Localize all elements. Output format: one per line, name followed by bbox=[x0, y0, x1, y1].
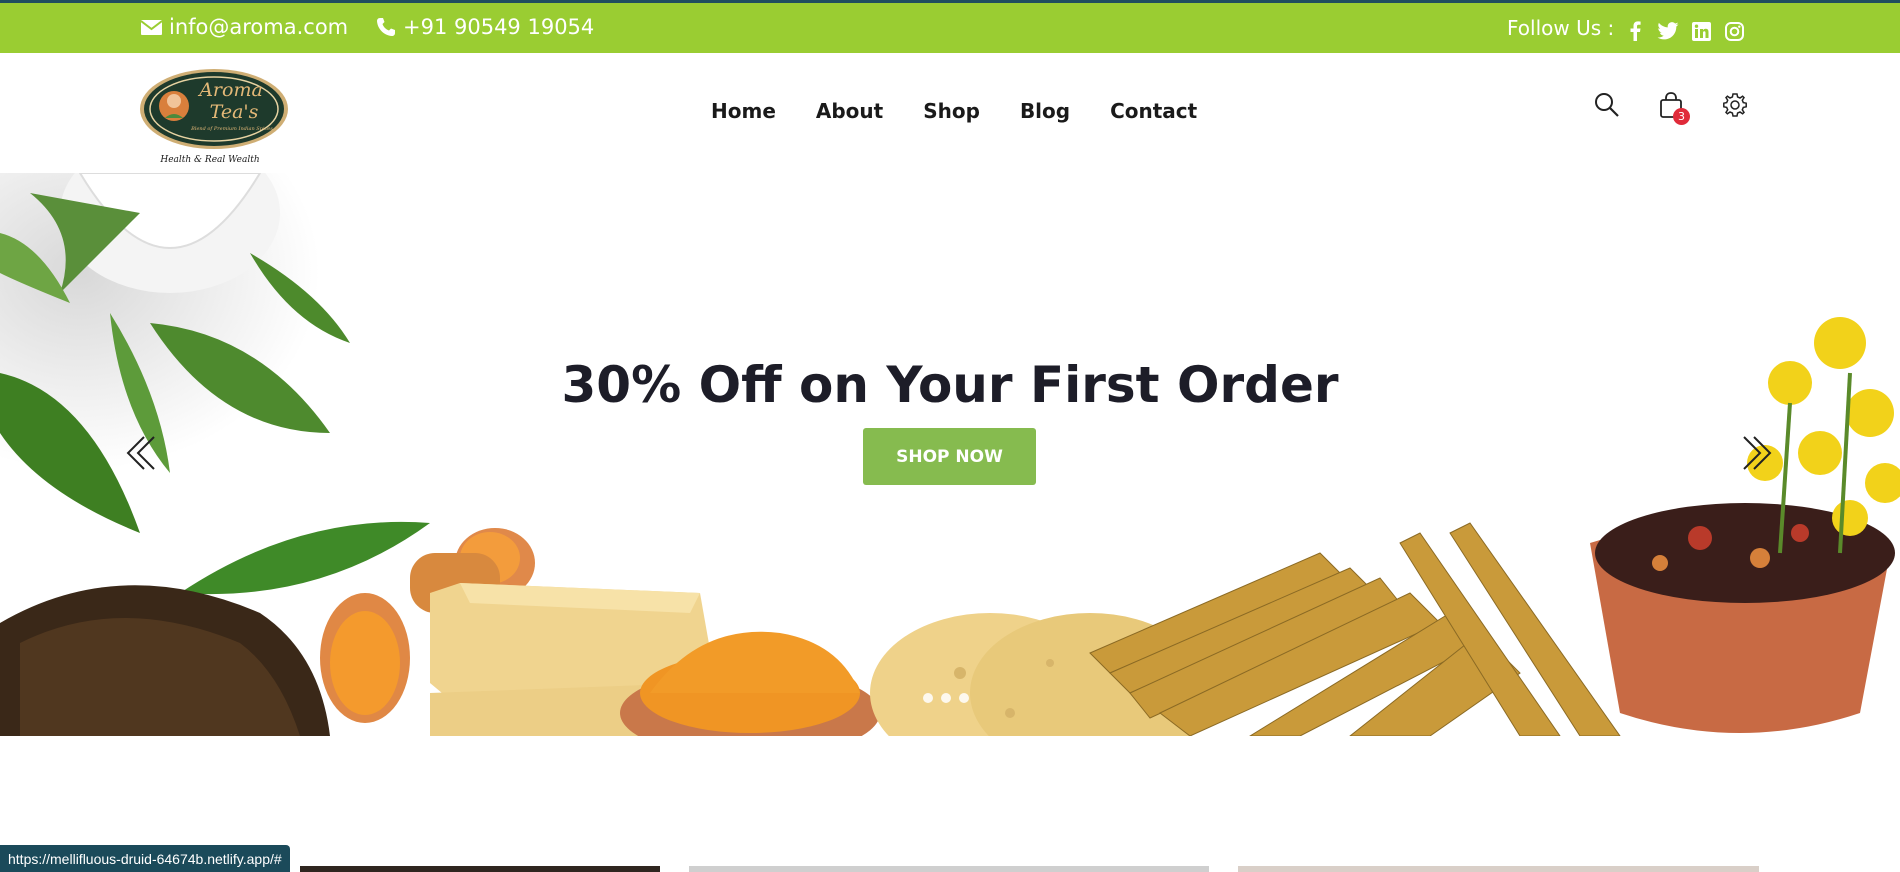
nav-contact[interactable]: Contact bbox=[1110, 99, 1197, 123]
top-contact-bar: info@aroma.com +91 90549 19054 Follow Us… bbox=[0, 0, 1900, 53]
svg-text:Health & Real Wealth: Health & Real Wealth bbox=[159, 155, 259, 165]
nav-shop[interactable]: Shop bbox=[923, 99, 980, 123]
linkedin-icon[interactable] bbox=[1690, 20, 1712, 42]
link-status-bar: https://mellifluous-druid-64674b.netlify… bbox=[0, 845, 290, 872]
email-contact[interactable]: info@aroma.com bbox=[141, 15, 348, 39]
slider-dot-2[interactable] bbox=[941, 693, 951, 703]
facebook-icon[interactable] bbox=[1624, 20, 1646, 42]
hero-title: 30% Off on Your First Order bbox=[561, 356, 1339, 414]
social-links bbox=[1624, 20, 1745, 42]
header-actions: 3 bbox=[1593, 91, 1749, 125]
category-card-2[interactable] bbox=[689, 866, 1209, 872]
svg-text:Blend of Premium Indian Spices: Blend of Premium Indian Spices bbox=[190, 126, 273, 132]
phone-text: +91 90549 19054 bbox=[403, 15, 595, 39]
main-header: Aroma Tea's Blend of Premium Indian Spic… bbox=[0, 53, 1900, 173]
slider-next-arrow-icon[interactable] bbox=[1738, 433, 1774, 473]
main-nav: Home About Shop Blog Contact bbox=[711, 99, 1197, 123]
slider-dot-1[interactable] bbox=[923, 693, 933, 703]
nav-home[interactable]: Home bbox=[711, 99, 776, 123]
email-text: info@aroma.com bbox=[169, 15, 349, 39]
instagram-icon[interactable] bbox=[1723, 20, 1745, 42]
category-card-3[interactable] bbox=[1238, 866, 1759, 872]
svg-text:Aroma: Aroma bbox=[197, 79, 263, 101]
category-card-1[interactable] bbox=[300, 866, 660, 872]
slider-dot-3[interactable] bbox=[959, 693, 969, 703]
phone-icon bbox=[376, 17, 396, 37]
shopping-bag-icon[interactable]: 3 bbox=[1657, 91, 1690, 125]
follow-us-label: Follow Us : bbox=[1507, 16, 1615, 40]
shop-now-button[interactable]: SHOP NOW bbox=[863, 428, 1036, 485]
svg-text:Tea's: Tea's bbox=[210, 101, 259, 123]
nav-blog[interactable]: Blog bbox=[1020, 99, 1070, 123]
twitter-icon[interactable] bbox=[1657, 20, 1679, 42]
slider-prev-arrow-icon[interactable] bbox=[124, 433, 160, 473]
nav-about[interactable]: About bbox=[816, 99, 883, 123]
aroma-teas-logo[interactable]: Aroma Tea's Blend of Premium Indian Spic… bbox=[138, 66, 290, 170]
search-icon[interactable] bbox=[1593, 91, 1621, 119]
envelope-icon bbox=[141, 19, 162, 36]
slider-pagination bbox=[923, 693, 969, 703]
phone-contact[interactable]: +91 90549 19054 bbox=[376, 15, 594, 39]
gear-icon[interactable] bbox=[1721, 91, 1749, 119]
hero-slider: 30% Off on Your First Order SHOP NOW bbox=[0, 173, 1900, 736]
cart-count-badge: 3 bbox=[1673, 108, 1690, 125]
